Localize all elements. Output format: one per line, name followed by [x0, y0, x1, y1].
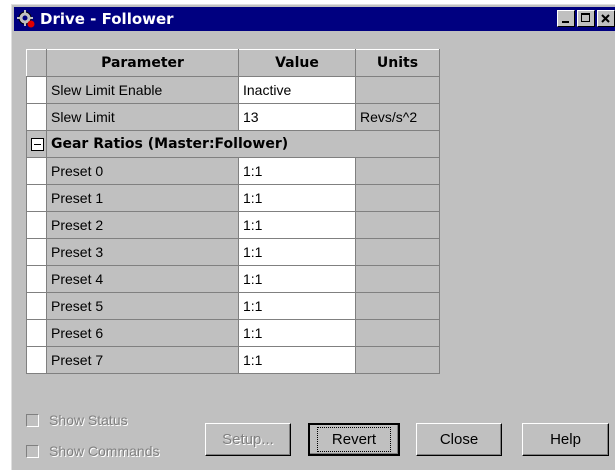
- table-row: Preset 4 1:1: [26, 265, 440, 293]
- help-button[interactable]: Help: [522, 423, 609, 456]
- close-button[interactable]: Close: [416, 423, 502, 456]
- row-selector[interactable]: [26, 157, 47, 185]
- units-cell: Revs/s^2: [355, 103, 440, 131]
- table-row: Preset 6 1:1: [26, 319, 440, 347]
- value-cell[interactable]: 1:1: [238, 265, 356, 293]
- setup-button[interactable]: Setup...: [205, 423, 291, 456]
- parameter-cell: Preset 3: [46, 238, 239, 266]
- value-cell[interactable]: 1:1: [238, 157, 356, 185]
- parameter-grid: Parameter Value Units Slew Limit Enable …: [26, 49, 440, 374]
- header-units[interactable]: Units: [355, 49, 440, 77]
- table-row: Preset 3 1:1: [26, 238, 440, 266]
- show-status-option[interactable]: Show Status: [26, 412, 128, 428]
- window-title: Drive - Follower: [40, 10, 174, 28]
- group-row: Gear Ratios (Master:Follower): [26, 130, 440, 158]
- value-cell[interactable]: 1:1: [238, 319, 356, 347]
- row-selector[interactable]: [26, 103, 47, 131]
- maximize-icon: [581, 13, 590, 22]
- units-cell: [355, 346, 440, 374]
- show-commands-checkbox[interactable]: [26, 444, 39, 458]
- table-row: Preset 2 1:1: [26, 211, 440, 239]
- revert-button-label: Revert: [316, 427, 392, 452]
- row-selector[interactable]: [26, 211, 47, 239]
- row-selector[interactable]: [26, 346, 47, 374]
- maximize-button[interactable]: [577, 10, 595, 27]
- value-cell[interactable]: 1:1: [238, 184, 356, 212]
- header-value[interactable]: Value: [238, 49, 356, 77]
- table-row: Slew Limit Enable Inactive: [26, 76, 440, 104]
- close-button-label: Close: [439, 431, 479, 448]
- units-cell: [355, 265, 440, 293]
- value-cell[interactable]: 1:1: [238, 292, 356, 320]
- group-expander-cell[interactable]: [26, 130, 47, 158]
- help-button-label: Help: [550, 431, 581, 448]
- show-commands-label: Show Commands: [49, 443, 160, 459]
- parameter-cell: Slew Limit: [46, 103, 239, 131]
- row-selector[interactable]: [26, 319, 47, 347]
- table-row: Slew Limit 13 Revs/s^2: [26, 103, 440, 131]
- parameter-cell: Preset 7: [46, 346, 239, 374]
- setup-button-label: Setup...: [222, 431, 274, 448]
- minimize-button[interactable]: [557, 10, 575, 27]
- value-cell[interactable]: Inactive: [238, 76, 356, 104]
- minimize-icon: [562, 21, 569, 23]
- units-cell: [355, 157, 440, 185]
- parameter-cell: Preset 6: [46, 319, 239, 347]
- units-cell: [355, 211, 440, 239]
- close-icon: [601, 14, 610, 23]
- row-selector[interactable]: [26, 265, 47, 293]
- parameter-cell: Preset 4: [46, 265, 239, 293]
- value-cell[interactable]: 1:1: [238, 238, 356, 266]
- gear-icon: [17, 10, 35, 28]
- close-window-button[interactable]: [597, 10, 615, 27]
- revert-button[interactable]: Revert: [308, 423, 400, 456]
- row-selector[interactable]: [26, 238, 47, 266]
- row-selector[interactable]: [26, 76, 47, 104]
- group-label: Gear Ratios (Master:Follower): [46, 130, 440, 158]
- table-row: Preset 1 1:1: [26, 184, 440, 212]
- show-commands-option[interactable]: Show Commands: [26, 443, 160, 459]
- units-cell: [355, 238, 440, 266]
- units-cell: [355, 319, 440, 347]
- row-selector[interactable]: [26, 184, 47, 212]
- parameter-cell: Preset 5: [46, 292, 239, 320]
- table-row: Preset 5 1:1: [26, 292, 440, 320]
- value-cell[interactable]: 1:1: [238, 211, 356, 239]
- parameter-cell: Preset 1: [46, 184, 239, 212]
- units-cell: [355, 292, 440, 320]
- header-parameter[interactable]: Parameter: [46, 49, 239, 77]
- value-cell[interactable]: 13: [238, 103, 356, 131]
- value-cell[interactable]: 1:1: [238, 346, 356, 374]
- units-cell: [355, 76, 440, 104]
- grid-header-row: Parameter Value Units: [26, 49, 440, 77]
- parameter-cell: Preset 0: [46, 157, 239, 185]
- parameter-cell: Preset 2: [46, 211, 239, 239]
- header-corner: [26, 49, 47, 77]
- row-selector[interactable]: [26, 292, 47, 320]
- title-bar[interactable]: Drive - Follower: [14, 7, 615, 31]
- table-row: Preset 7 1:1: [26, 346, 440, 374]
- collapse-icon[interactable]: [31, 137, 44, 151]
- show-status-checkbox[interactable]: [26, 413, 39, 427]
- parameter-cell: Slew Limit Enable: [46, 76, 239, 104]
- drive-follower-window: Drive - Follower Parameter Value Units S…: [11, 4, 615, 470]
- table-row: Preset 0 1:1: [26, 157, 440, 185]
- units-cell: [355, 184, 440, 212]
- show-status-label: Show Status: [49, 412, 128, 428]
